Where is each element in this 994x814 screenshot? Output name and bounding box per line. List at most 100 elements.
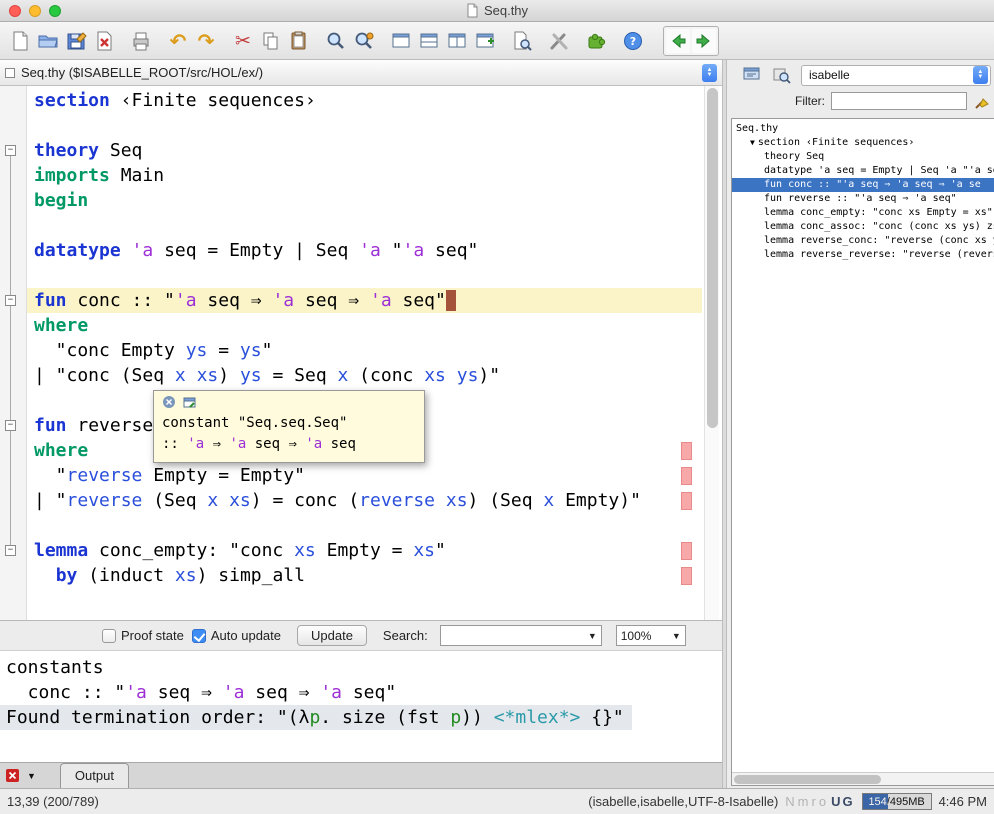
proof-state-checkbox[interactable]: Proof state — [102, 628, 184, 643]
buffer-mode-encoding: (isabelle,isabelle,UTF-8-Isabelle) — [588, 794, 778, 809]
code-line[interactable]: −theory Seq — [0, 138, 702, 163]
print-button[interactable] — [127, 27, 155, 55]
editor-text[interactable]: section ‹Finite sequences› −theory Seqimp… — [0, 88, 702, 588]
dock-menu-caret[interactable]: ▼ — [27, 771, 36, 781]
fold-marker-icon[interactable]: − — [5, 545, 16, 556]
buffer-path[interactable]: Seq.thy ($ISABELLE_ROOT/src/HOL/ex/) — [21, 65, 263, 80]
global-options-button[interactable] — [545, 27, 573, 55]
nav-back-button[interactable] — [666, 29, 690, 53]
code-line[interactable]: begin — [0, 188, 702, 213]
tree-item[interactable]: lemma conc_assoc: "conc (conc xs ys) zs — [732, 220, 994, 234]
output-search-dropdown[interactable]: ▼ — [440, 625, 602, 646]
close-window-button[interactable] — [9, 5, 21, 17]
new-view-button[interactable] — [471, 27, 499, 55]
search-next-icon — [353, 30, 375, 52]
split-horizontal-icon — [418, 30, 440, 52]
find-button[interactable] — [322, 27, 350, 55]
tree-item[interactable]: lemma reverse_reverse: "reverse (revers — [732, 248, 994, 262]
code-line[interactable]: −lemma conc_empty: "conc xs Empty = xs" — [0, 538, 702, 563]
unsplit-window-button[interactable] — [387, 27, 415, 55]
code-line[interactable]: imports Main — [0, 163, 702, 188]
code-line[interactable]: −fun conc :: "'a seq ⇒ 'a seq ⇒ 'a seq" — [0, 288, 702, 313]
tree-item[interactable]: ▼section ‹Finite sequences› — [732, 136, 994, 150]
parse-buffer-button[interactable] — [741, 64, 763, 86]
plugin-puzzle-icon — [585, 30, 607, 52]
save-file-button[interactable] — [62, 27, 90, 55]
zoom-dropdown[interactable]: 100%▼ — [616, 625, 686, 646]
split-horizontal-button[interactable] — [415, 27, 443, 55]
filter-input[interactable] — [831, 92, 967, 110]
code-line[interactable]: section ‹Finite sequences› — [0, 88, 702, 113]
output-lines: constants conc :: "'a seq ⇒ 'a seq ⇒ 'a … — [0, 655, 722, 730]
code-line[interactable] — [0, 213, 702, 238]
tooltip-close-icon[interactable] — [162, 395, 176, 409]
unsplit-window-icon — [390, 30, 412, 52]
code-line[interactable]: "conc Empty ys = ys" — [0, 338, 702, 363]
undo-button[interactable]: ↶ — [164, 27, 192, 55]
find-next-button[interactable] — [350, 27, 378, 55]
redo-button[interactable]: ↷ — [192, 27, 220, 55]
tooltip-detach-icon[interactable] — [183, 395, 197, 409]
code-line[interactable]: | "reverse (Seq x xs) = conc (reverse xs… — [0, 488, 702, 513]
print-icon — [130, 30, 152, 52]
update-button[interactable]: Update — [297, 625, 367, 646]
fold-marker-icon[interactable]: − — [5, 145, 16, 156]
output-panel[interactable]: constants conc :: "'a seq ⇒ 'a seq ⇒ 'a … — [0, 650, 722, 762]
tree-item[interactable]: datatype 'a seq = Empty | Seq 'a "'a se — [732, 164, 994, 178]
buffer-switcher-dropdown[interactable]: ▲▼ — [702, 64, 717, 82]
tree-item[interactable]: fun reverse :: "'a seq ⇒ 'a seq" — [732, 192, 994, 206]
redo-icon: ↷ — [198, 31, 215, 51]
search-buffer-button[interactable] — [508, 27, 536, 55]
sidekick-tree: Seq.thy▼section ‹Finite sequences›theory… — [732, 119, 994, 772]
tab-output[interactable]: Output — [60, 763, 129, 788]
memory-gauge[interactable]: 154/495MB 154/495MB — [862, 793, 932, 810]
tree-item[interactable]: lemma conc_empty: "conc xs Empty = xs" — [732, 206, 994, 220]
code-line[interactable]: by (induct xs) simp_all — [0, 563, 702, 588]
entity-tooltip: constant "Seq.seq.Seq":: 'a ⇒ 'a seq ⇒ '… — [153, 390, 425, 463]
tree-item[interactable]: fun conc :: "'a seq ⇒ 'a seq ⇒ 'a se — [732, 178, 994, 192]
paste-button[interactable] — [285, 27, 313, 55]
code-line[interactable]: | "conc (Seq x xs) ys = Seq x (conc xs y… — [0, 363, 702, 388]
cut-button[interactable]: ✂ — [229, 27, 257, 55]
new-file-button[interactable] — [6, 27, 34, 55]
tooltip-body: constant "Seq.seq.Seq":: 'a ⇒ 'a seq ⇒ '… — [162, 413, 416, 455]
plugin-manager-button[interactable] — [582, 27, 610, 55]
clear-filter-broom-icon[interactable] — [973, 92, 991, 110]
tree-item[interactable]: theory Seq — [732, 150, 994, 164]
zoom-window-button[interactable] — [49, 5, 61, 17]
help-button[interactable]: ? — [619, 27, 647, 55]
auto-update-checkbox[interactable]: Auto update — [192, 628, 281, 643]
scrollbar-thumb[interactable] — [734, 775, 881, 784]
fold-marker-icon[interactable]: − — [5, 420, 16, 431]
app-window: Seq.thy ↶ ↷ ✂ ? — [0, 0, 994, 814]
code-line[interactable] — [0, 513, 702, 538]
tree-item[interactable]: Seq.thy — [732, 122, 994, 136]
copy-button[interactable] — [257, 27, 285, 55]
dropdown-stepper-icon: ▲▼ — [973, 66, 988, 84]
checkbox-unchecked-icon[interactable] — [102, 629, 116, 643]
code-line[interactable]: datatype 'a seq = Empty | Seq 'a "'a seq… — [0, 238, 702, 263]
checkbox-checked-icon[interactable] — [192, 629, 206, 643]
sidekick-properties-button[interactable] — [771, 64, 793, 86]
close-buffer-button[interactable] — [90, 27, 118, 55]
dock-tab-bar: ▼ Output — [0, 762, 722, 788]
editor[interactable]: section ‹Finite sequences› −theory Seqimp… — [0, 86, 722, 620]
undo-icon: ↶ — [170, 31, 187, 51]
split-vertical-button[interactable] — [443, 27, 471, 55]
code-line[interactable] — [0, 263, 702, 288]
sidekick-mode-dropdown[interactable]: isabelle ▲▼ — [801, 65, 991, 86]
scrollbar-thumb[interactable] — [707, 88, 718, 428]
open-file-button[interactable] — [34, 27, 62, 55]
dock-close-button[interactable] — [6, 769, 19, 782]
tree-expander-icon[interactable]: ▼ — [750, 136, 755, 150]
minimize-window-button[interactable] — [29, 5, 41, 17]
code-line[interactable] — [0, 113, 702, 138]
code-line[interactable]: "reverse Empty = Empty" — [0, 463, 702, 488]
editor-vertical-scrollbar[interactable] — [704, 86, 719, 620]
fold-marker-icon[interactable]: − — [5, 295, 16, 306]
nav-forward-button[interactable] — [692, 29, 716, 53]
tree-horizontal-scrollbar[interactable] — [732, 772, 994, 785]
code-line[interactable]: where — [0, 313, 702, 338]
status-bar: 13,39 (200/789) (isabelle,isabelle,UTF-8… — [0, 788, 994, 814]
tree-item[interactable]: lemma reverse_conc: "reverse (conc xs y — [732, 234, 994, 248]
